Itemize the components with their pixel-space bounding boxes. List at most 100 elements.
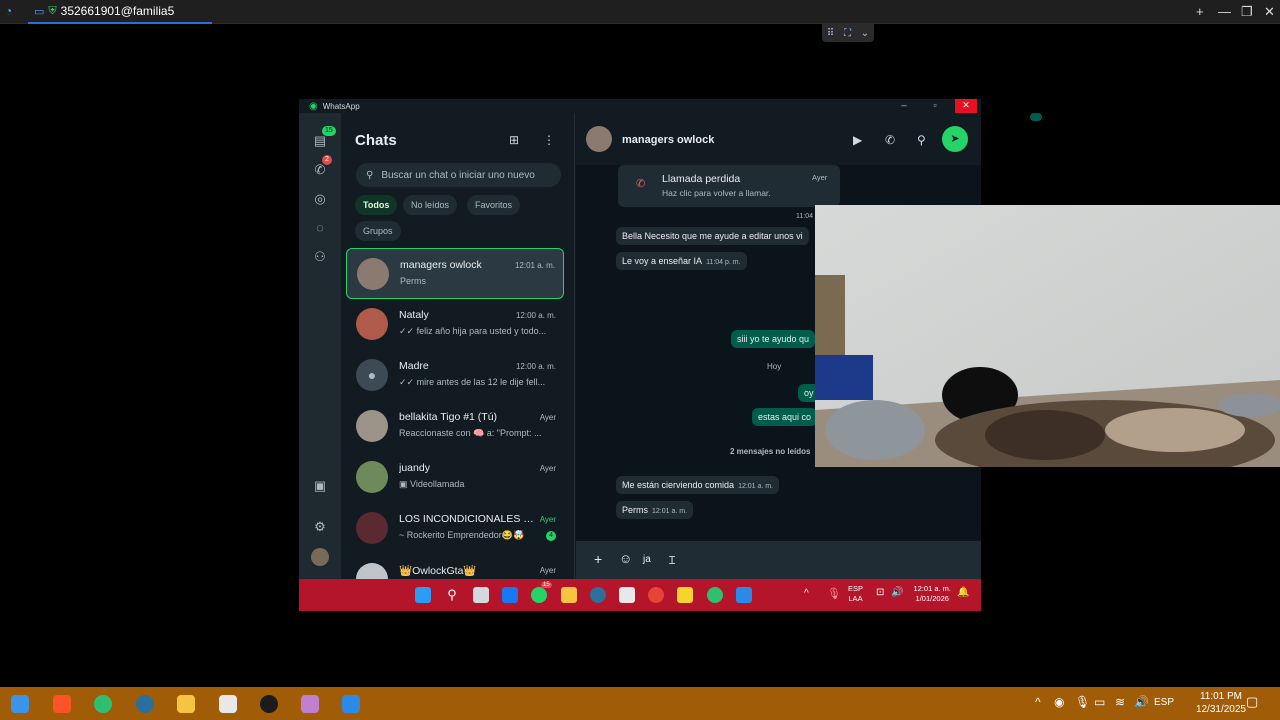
- store-icon[interactable]: [619, 587, 635, 603]
- video-call-icon[interactable]: ▶: [853, 133, 862, 147]
- chat-row[interactable]: juandy ▣ Videollamada Ayer: [346, 452, 564, 503]
- message-input[interactable]: ja: [643, 554, 651, 565]
- chat-preview: ~ Rockerito Emprendedor😂🤯: [399, 530, 525, 540]
- chat-row[interactable]: LOS INCONDICIONALES D... ~ Rockerito Emp…: [346, 503, 564, 554]
- remote-app-icon[interactable]: [736, 587, 752, 603]
- filter-favorites[interactable]: Favoritos: [467, 195, 521, 215]
- search-icon[interactable]: ⚲: [444, 587, 460, 603]
- avatar: [356, 410, 388, 442]
- sync-app-icon[interactable]: [94, 695, 112, 713]
- avatar[interactable]: [586, 126, 612, 152]
- clock-date: 12/31/2025: [1195, 704, 1246, 715]
- add-tab-button[interactable]: +: [1196, 4, 1204, 19]
- message-text: Le voy a enseñar IA: [622, 256, 703, 266]
- volume-icon[interactable]: 🔊: [1134, 695, 1149, 709]
- restore-button[interactable]: ❐: [1241, 4, 1253, 20]
- brave-icon[interactable]: [53, 695, 71, 713]
- chat-row[interactable]: bellakita Tigo #1 (Tú) Reaccionaste con …: [346, 401, 564, 452]
- edge-icon[interactable]: [590, 587, 606, 603]
- search-icon[interactable]: ⚲: [917, 133, 926, 147]
- remote-app-icon[interactable]: [342, 695, 360, 713]
- chrome-icon[interactable]: [648, 587, 664, 603]
- incoming-message: Me están cierviendo comida 12:01 a. m.: [616, 476, 780, 494]
- network-icon[interactable]: ⊡: [876, 587, 884, 598]
- outgoing-message: siii yo te ayudo qu: [731, 330, 816, 348]
- text-cursor-icon: Ɪ: [669, 555, 676, 567]
- app-icon[interactable]: [219, 695, 237, 713]
- monitor-icon: ▭: [34, 5, 45, 18]
- missed-call-bubble[interactable]: ✆ Llamada perdida Haz clic para volver a…: [618, 165, 840, 207]
- close-button[interactable]: ✕: [1264, 4, 1275, 20]
- message-time: 12:01 a. m.: [652, 508, 688, 515]
- chat-row[interactable]: managers owlock Perms 12:01 a. m.: [346, 248, 564, 299]
- chevron-up-icon[interactable]: ^: [1035, 695, 1041, 709]
- grid-icon[interactable]: ⠿: [827, 28, 834, 39]
- message-time: 11:04 p. m.: [706, 259, 741, 266]
- obs-icon[interactable]: [260, 695, 278, 713]
- emoji-icon[interactable]: ☺: [619, 551, 632, 566]
- language-indicator[interactable]: ESP LAA: [848, 584, 863, 604]
- fullscreen-icon[interactable]: ⛶: [844, 28, 851, 39]
- filter-all[interactable]: Todos: [355, 195, 398, 215]
- clock[interactable]: 12:01 a. m. 1/01/2026: [913, 584, 951, 604]
- filter-unread[interactable]: No leídos: [403, 195, 458, 215]
- wifi-icon[interactable]: ≋: [1115, 695, 1125, 709]
- start-icon[interactable]: [11, 695, 29, 713]
- chat-row[interactable]: 👑OwlockGta👑 Ayer: [346, 554, 564, 579]
- filter-groups[interactable]: Grupos: [355, 221, 401, 241]
- new-chat-icon[interactable]: ⊞: [509, 133, 519, 147]
- chats-badge: 15: [322, 126, 336, 136]
- window-title: WhatsApp: [322, 101, 360, 111]
- notification-bell-icon[interactable]: 🔔: [957, 587, 969, 598]
- volume-icon[interactable]: 🔊: [891, 587, 903, 598]
- communities-icon[interactable]: ⚇: [311, 248, 329, 266]
- sticky-notes-icon[interactable]: [677, 587, 693, 603]
- edge-icon[interactable]: [136, 695, 154, 713]
- minimize-button[interactable]: —: [1218, 4, 1231, 19]
- chat-list-panel: Chats ⊞ ⋮ ⚲ Buscar un chat o iniciar uno…: [341, 113, 575, 579]
- whatsapp-icon[interactable]: [531, 587, 547, 603]
- channels-icon[interactable]: ◌: [311, 219, 329, 237]
- menu-icon[interactable]: ⋮: [543, 133, 555, 147]
- search-input[interactable]: ⚲ Buscar un chat o iniciar uno nuevo: [356, 163, 561, 187]
- clock[interactable]: 11:01 PM 12/31/2025: [1196, 690, 1246, 716]
- chat-row[interactable]: Nataly ✓✓ feliz año hija para usted y to…: [346, 299, 564, 350]
- window-close-button[interactable]: ✕: [955, 99, 977, 113]
- message-text: siii yo te ayudo qu: [737, 334, 810, 344]
- conversation-title: managers owlock: [622, 134, 715, 146]
- settings-icon[interactable]: ⚙: [311, 518, 329, 536]
- chevron-up-icon[interactable]: ^: [804, 588, 809, 599]
- tray-icon[interactable]: ◉: [1054, 695, 1064, 709]
- camera-image: [815, 205, 1280, 467]
- app-icon[interactable]: [301, 695, 319, 713]
- notification-icon[interactable]: ▢: [1246, 694, 1258, 710]
- attach-plus-icon[interactable]: +: [594, 551, 602, 567]
- battery-icon[interactable]: ▭: [1094, 695, 1105, 709]
- media-icon[interactable]: ▣: [311, 477, 329, 495]
- remote-app-icon[interactable]: ◔: [5, 4, 12, 18]
- window-minimize-button[interactable]: –: [893, 99, 915, 113]
- task-view-icon[interactable]: [473, 587, 489, 603]
- language-indicator[interactable]: ESP: [1154, 697, 1174, 708]
- phone-icon[interactable]: ✆: [885, 133, 895, 147]
- microphone-icon[interactable]: 🎙: [1075, 695, 1090, 709]
- avatar: [356, 512, 388, 544]
- status-icon[interactable]: ◎: [311, 190, 329, 208]
- unread-badge: 4: [546, 531, 556, 541]
- send-button[interactable]: ➤: [942, 126, 968, 152]
- chevron-down-icon[interactable]: ⌄: [861, 28, 869, 39]
- folder-icon[interactable]: [561, 587, 577, 603]
- folder-icon[interactable]: [177, 695, 195, 713]
- start-icon[interactable]: [415, 587, 431, 603]
- conversation-header[interactable]: managers owlock ▶ ✆ ⚲ ⋮: [576, 113, 981, 165]
- chat-row[interactable]: ● Madre ✓✓ mire antes de las 12 le dije …: [346, 350, 564, 401]
- remote-session-tab[interactable]: ▭ ⛨ 352661901@familia5: [28, 0, 212, 24]
- sync-app-icon[interactable]: [707, 587, 723, 603]
- microphone-icon[interactable]: 🎙: [827, 587, 841, 600]
- day-separator: Hoy: [767, 362, 782, 371]
- profile-avatar[interactable]: [311, 548, 329, 566]
- window-maximize-button[interactable]: ▫: [924, 99, 946, 113]
- chat-time: Ayer: [539, 413, 556, 422]
- camera-preview[interactable]: [815, 205, 1280, 467]
- facebook-icon[interactable]: [502, 587, 518, 603]
